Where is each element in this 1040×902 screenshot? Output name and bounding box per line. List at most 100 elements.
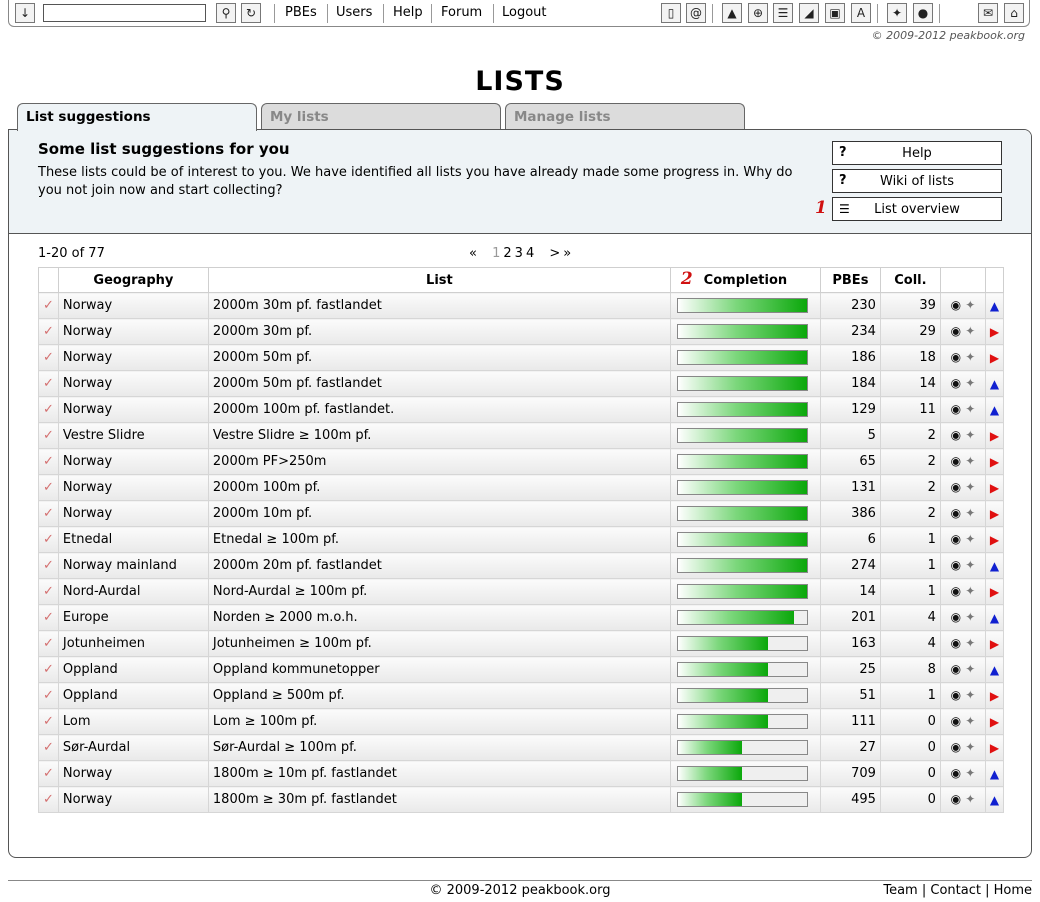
list-name-link[interactable]: Nord-Aurdal ≥ 100m pf. <box>207 578 671 605</box>
arrow-up-icon[interactable]: ▲ <box>990 767 999 781</box>
table-row[interactable]: ✓ Norway 2000m 100m pf. 131 2 ◉ ✦ ▶ <box>38 474 1005 501</box>
pin-icon[interactable]: ✦ <box>965 558 975 572</box>
list-name-link[interactable]: Oppland ≥ 500m pf. <box>207 682 671 709</box>
team-link[interactable]: Team <box>883 883 917 898</box>
arrow-up-icon[interactable]: ▲ <box>990 793 999 807</box>
arrow-right-icon[interactable]: ▶ <box>990 507 999 521</box>
table-row[interactable]: ✓ Norway 2000m 30m pf. 234 29 ◉ ✦ ▶ <box>38 318 1005 345</box>
list-name-link[interactable]: Oppland kommunetopper <box>207 656 671 683</box>
font-icon[interactable]: A <box>851 3 871 23</box>
table-row[interactable]: ✓ Norway 2000m 50m pf. 186 18 ◉ ✦ ▶ <box>38 344 1005 371</box>
tab-manage-lists[interactable]: Manage lists <box>505 103 745 130</box>
pin-icon[interactable]: ✦ <box>965 324 975 338</box>
eye-icon[interactable]: ◉ <box>951 584 961 598</box>
eye-icon[interactable]: ◉ <box>951 428 961 442</box>
download-icon[interactable]: ↓ <box>15 3 35 23</box>
pin-icon[interactable]: ✦ <box>965 636 975 650</box>
help-button[interactable]: ? Help <box>832 141 1002 165</box>
table-row[interactable]: ✓ Norway 2000m PF>250m 65 2 ◉ ✦ ▶ <box>38 448 1005 475</box>
eye-icon[interactable]: ◉ <box>951 662 961 676</box>
pin-icon[interactable]: ✦ <box>965 454 975 468</box>
arrow-up-icon[interactable]: ▲ <box>990 663 999 677</box>
search-icon[interactable]: ⚲ <box>216 3 236 23</box>
list-name-link[interactable]: Vestre Slidre ≥ 100m pf. <box>207 422 671 449</box>
pin-icon[interactable]: ✦ <box>965 610 975 624</box>
eye-icon[interactable]: ◉ <box>951 506 961 520</box>
eye-icon[interactable]: ◉ <box>951 298 961 312</box>
page-link[interactable]: 3 <box>515 246 523 261</box>
eye-icon[interactable]: ◉ <box>951 376 961 390</box>
table-row[interactable]: ✓ Nord-Aurdal Nord-Aurdal ≥ 100m pf. 14 1 ◉ ✦… <box>38 578 1005 605</box>
list-name-link[interactable]: 2000m 100m pf. fastlandet. <box>207 396 671 423</box>
arrow-right-icon[interactable]: ▶ <box>990 637 999 651</box>
pin-icon[interactable]: ✦ <box>965 532 975 546</box>
list-name-link[interactable]: Norden ≥ 2000 m.o.h. <box>207 604 671 631</box>
list-name-link[interactable]: 2000m 50m pf. fastlandet <box>207 370 671 397</box>
header-coll[interactable]: Coll. <box>879 267 941 293</box>
eye-icon[interactable]: ◉ <box>951 324 961 338</box>
list-name-link[interactable]: 1800m ≥ 10m pf. fastlandet <box>207 760 671 787</box>
list-name-link[interactable]: Sør-Aurdal ≥ 100m pf. <box>207 734 671 761</box>
refresh-icon[interactable]: ↻ <box>241 3 261 23</box>
page-link[interactable]: 4 <box>526 246 534 261</box>
table-row[interactable]: ✓ Jotunheimen Jotunheimen ≥ 100m pf. 163 4 ◉ … <box>38 630 1005 657</box>
pin-icon[interactable]: ✦ <box>965 428 975 442</box>
header-geography[interactable]: Geography <box>57 267 209 293</box>
page-link[interactable]: 2 <box>503 246 511 261</box>
arrow-right-icon[interactable]: ▶ <box>990 481 999 495</box>
eye-icon[interactable]: ◉ <box>951 558 961 572</box>
pin-icon[interactable]: ✦ <box>965 350 975 364</box>
next-page-link[interactable]: > <box>549 246 560 261</box>
eye-icon[interactable]: ◉ <box>951 454 961 468</box>
pin-icon[interactable]: ✦ <box>965 376 975 390</box>
boot-icon[interactable]: ◢ <box>799 3 819 23</box>
users-link[interactable]: Users <box>336 5 372 20</box>
home-link[interactable]: Home <box>994 883 1032 898</box>
pin-icon[interactable]: ✦ <box>965 480 975 494</box>
arrow-right-icon[interactable]: ▶ <box>990 351 999 365</box>
table-row[interactable]: ✓ Vestre Slidre Vestre Slidre ≥ 100m pf. 5 2… <box>38 422 1005 449</box>
header-pbes[interactable]: PBEs <box>819 267 881 293</box>
pin-icon[interactable]: ✦ <box>965 506 975 520</box>
arrow-up-icon[interactable]: ▲ <box>990 559 999 573</box>
arrow-right-icon[interactable]: ▶ <box>990 585 999 599</box>
table-row[interactable]: ✓ Norway 2000m 100m pf. fastlandet. 129 11 ◉ … <box>38 396 1005 423</box>
pin-icon[interactable]: ✦ <box>965 402 975 416</box>
list-name-link[interactable]: 2000m 10m pf. <box>207 500 671 527</box>
arrow-right-icon[interactable]: ▶ <box>990 715 999 729</box>
eye-icon[interactable]: ◉ <box>951 480 961 494</box>
table-row[interactable]: ✓ Norway 1800m ≥ 10m pf. fastlandet 709 0 ◉ ✦… <box>38 760 1005 787</box>
globe-plus-icon[interactable]: ⊕ <box>748 3 768 23</box>
table-row[interactable]: ✓ Norway 1800m ≥ 30m pf. fastlandet 495 0 ◉ ✦… <box>38 786 1005 813</box>
pin-icon[interactable]: ✦ <box>887 3 907 23</box>
document-icon[interactable]: ▯ <box>661 3 681 23</box>
list-name-link[interactable]: 2000m 100m pf. <box>207 474 671 501</box>
table-row[interactable]: ✓ Oppland Oppland kommunetopper 25 8 ◉ ✦ ▲ <box>38 656 1005 683</box>
eye-icon[interactable]: ◉ <box>951 714 961 728</box>
list-name-link[interactable]: Jotunheimen ≥ 100m pf. <box>207 630 671 657</box>
list-name-link[interactable]: 1800m ≥ 30m pf. fastlandet <box>207 786 671 813</box>
arrow-right-icon[interactable]: ▶ <box>990 429 999 443</box>
eye-icon[interactable]: ◉ <box>951 350 961 364</box>
help-link[interactable]: Help <box>393 5 423 20</box>
arrow-up-icon[interactable]: ▲ <box>990 299 999 313</box>
list-name-link[interactable]: Lom ≥ 100m pf. <box>207 708 671 735</box>
tab-list-suggestions[interactable]: List suggestions <box>17 103 257 131</box>
list-icon[interactable]: ☰ <box>773 3 793 23</box>
eye-icon[interactable]: ◉ <box>951 610 961 624</box>
logout-link[interactable]: Logout <box>502 5 547 20</box>
table-row[interactable]: ✓ Etnedal Etnedal ≥ 100m pf. 6 1 ◉ ✦ ▶ <box>38 526 1005 553</box>
arrow-right-icon[interactable]: ▶ <box>990 533 999 547</box>
wiki-of-lists-button[interactable]: ? Wiki of lists <box>832 169 1002 193</box>
eye-icon[interactable]: ◉ <box>951 766 961 780</box>
pin-icon[interactable]: ✦ <box>965 688 975 702</box>
last-page-link[interactable]: » <box>563 246 571 261</box>
arrow-up-icon[interactable]: ▲ <box>990 403 999 417</box>
arrow-right-icon[interactable]: ▶ <box>990 455 999 469</box>
eye-icon[interactable]: ◉ <box>951 792 961 806</box>
first-page-link[interactable]: « <box>469 246 477 261</box>
contact-link[interactable]: Contact <box>930 883 981 898</box>
pbes-link[interactable]: PBEs <box>285 5 317 20</box>
header-list[interactable]: List <box>207 267 671 293</box>
arrow-right-icon[interactable]: ▶ <box>990 325 999 339</box>
